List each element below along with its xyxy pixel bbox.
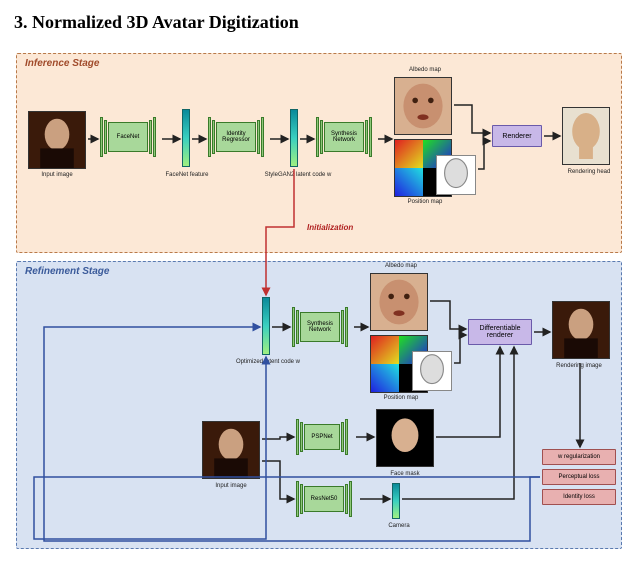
albedo-map-1-caption: Albedo map bbox=[390, 67, 460, 73]
initialization-label: Initialization bbox=[307, 223, 353, 232]
stylegan-latent-caption: StyleGAN2 latent code w bbox=[258, 172, 338, 178]
camera-caption: Camera bbox=[364, 523, 434, 529]
rendering-image-caption: Rendering image bbox=[544, 363, 614, 369]
rendering-head-caption: Rendering head bbox=[554, 169, 624, 175]
optimized-latent-caption: Optimized latent code w bbox=[228, 359, 308, 365]
facenet-feature-bar bbox=[182, 109, 190, 167]
head-3d-2 bbox=[412, 351, 452, 391]
facenet-feature-caption: FaceNet feature bbox=[152, 172, 222, 178]
resnet50-block: ResNet50 bbox=[296, 481, 352, 517]
camera-feature-bar bbox=[392, 483, 400, 519]
albedo-map-2-caption: Albedo map bbox=[366, 263, 436, 269]
w-regularization-box: w regularization bbox=[542, 449, 616, 465]
albedo-map-1 bbox=[394, 77, 452, 135]
face-mask-caption: Face mask bbox=[370, 471, 440, 477]
synthesis-network-1-block: Synthesis Network bbox=[316, 117, 372, 157]
rendering-head bbox=[562, 107, 610, 165]
input-image-1 bbox=[28, 111, 86, 169]
rendering-image bbox=[552, 301, 610, 359]
identity-regressor-block: Identity Regressor bbox=[208, 117, 264, 157]
identity-loss-box: Identity loss bbox=[542, 489, 616, 505]
position-map-2-caption: Position map bbox=[366, 395, 436, 401]
refinement-stage-label: Refinement Stage bbox=[25, 266, 109, 277]
diff-renderer-box: Differentiable renderer bbox=[468, 319, 532, 345]
input-image-2 bbox=[202, 421, 260, 479]
face-mask bbox=[376, 409, 434, 467]
albedo-map-2 bbox=[370, 273, 428, 331]
stylegan-latent-bar bbox=[290, 109, 298, 167]
section-heading: 3. Normalized 3D Avatar Digitization bbox=[14, 12, 624, 33]
optimized-latent-bar bbox=[262, 297, 270, 355]
head-3d-1 bbox=[436, 155, 476, 195]
synthesis-network-2-block: Synthesis Network bbox=[292, 307, 348, 347]
pipeline-diagram: Inference Stage Refinement Stage Input i… bbox=[14, 51, 624, 551]
position-map-1-caption: Position map bbox=[390, 199, 460, 205]
pspnet-block: PSPNet bbox=[296, 419, 348, 455]
perceptual-loss-box: Perceptual loss bbox=[542, 469, 616, 485]
inference-stage-label: Inference Stage bbox=[25, 58, 99, 69]
facenet-block: FaceNet bbox=[100, 117, 156, 157]
renderer-box: Renderer bbox=[492, 125, 542, 147]
input-image-1-caption: Input image bbox=[22, 172, 92, 178]
input-image-2-caption: Input image bbox=[196, 483, 266, 489]
